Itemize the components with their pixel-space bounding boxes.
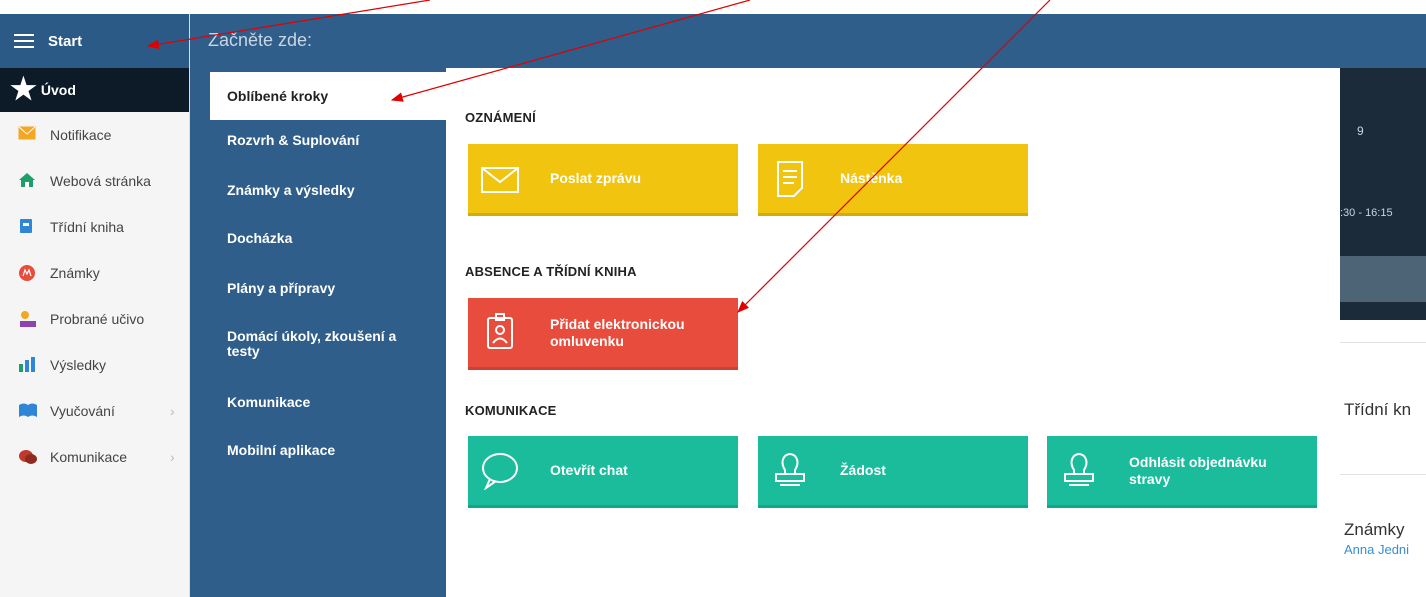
chevron-right-icon: › <box>170 449 175 465</box>
home-icon <box>18 172 38 190</box>
sidebar-item-6[interactable]: Výsledky <box>0 342 189 388</box>
sidebar-item-label: Úvod <box>40 82 76 98</box>
tile-label: Otevřít chat <box>550 462 628 478</box>
tile-label: Nástěnka <box>840 170 903 186</box>
action-tile[interactable]: Nástěnka <box>758 144 1028 216</box>
sidebar-item-2[interactable]: Webová stránka <box>0 158 189 204</box>
hamburger-icon <box>14 34 34 48</box>
sidebar-item-label: Webová stránka <box>50 173 151 189</box>
stamp-icon <box>1059 450 1099 493</box>
sidebar-item-1[interactable]: Notifikace <box>0 112 189 158</box>
envelope-icon <box>18 126 38 144</box>
schedule-number: 9 <box>1357 124 1364 138</box>
chevron-right-icon: › <box>170 403 175 419</box>
dashboard-strip <box>1340 256 1426 302</box>
dashboard-card-title[interactable]: Třídní kn <box>1344 400 1411 420</box>
action-tile[interactable]: Žádost <box>758 436 1028 508</box>
stamp-icon <box>770 450 810 493</box>
sidebar-item-label: Známky <box>50 265 100 281</box>
menu-item-5[interactable]: Domácí úkoly, zkoušení a testy <box>227 329 427 359</box>
sidebar-item-label: Vyučování <box>50 403 115 419</box>
section-title: KOMUNIKACE <box>465 403 557 418</box>
section-title: OZNÁMENÍ <box>465 110 536 125</box>
star-icon: ★ <box>10 73 37 106</box>
openbook-icon <box>18 402 38 420</box>
dashboard-card-title[interactable]: Známky <box>1344 520 1404 540</box>
envelope-icon <box>480 158 520 201</box>
menu-item-6[interactable]: Komunikace <box>227 395 427 410</box>
menu-item-7[interactable]: Mobilní aplikace <box>227 443 427 458</box>
sidebar-item-8[interactable]: Komunikace › <box>0 434 189 480</box>
tile-label: Přidat elektronickou omluvenku <box>550 315 685 349</box>
sidebar-item-4[interactable]: Známky <box>0 250 189 296</box>
barchart-icon <box>18 356 38 374</box>
schedule-time: :30 - 16:15 <box>1340 207 1393 219</box>
sidebar-item-label: Třídní kniha <box>50 219 124 235</box>
top-header <box>190 14 1426 68</box>
chat-icon <box>18 448 38 466</box>
sidebar: Start ★ Úvod Notifikace Webová stránka Tří… <box>0 14 190 597</box>
sidebar-item-5[interactable]: Probrané učivo <box>0 296 189 342</box>
divider <box>1340 342 1426 343</box>
tile-label: Poslat zprávu <box>550 170 642 186</box>
sidebar-item-label: Probrané učivo <box>50 311 145 327</box>
sidebar-item-label: Notifikace <box>50 127 112 143</box>
sidebar-item-uvod[interactable]: ★ Úvod <box>0 68 189 112</box>
action-tile[interactable]: Poslat zprávu <box>468 144 738 216</box>
sidebar-item-label: Výsledky <box>50 357 107 373</box>
tile-label: Odhlásit objednávku stravy <box>1129 453 1267 487</box>
sidebar-item-label: Komunikace <box>50 449 128 465</box>
action-tile[interactable]: Otevřít chat <box>468 436 738 508</box>
book-icon <box>18 218 38 236</box>
sidebar-item-3[interactable]: Třídní kniha <box>0 204 189 250</box>
header-title: Začněte zde: <box>208 30 313 50</box>
sidebar-item-7[interactable]: Vyučování › <box>0 388 189 434</box>
menu-item-3[interactable]: Docházka <box>227 231 427 246</box>
tile-label: Žádost <box>840 462 886 478</box>
divider <box>1340 474 1426 475</box>
teacher-icon <box>18 310 38 328</box>
menu-item-1[interactable]: Rozvrh & Suplování <box>227 133 427 148</box>
menu-item-oblibene-kroky[interactable]: Oblíbené kroky <box>210 72 446 120</box>
chat-bubble-icon <box>480 450 520 493</box>
badge-icon <box>480 312 520 355</box>
action-tile[interactable]: Přidat elektronickou omluvenku <box>468 298 738 370</box>
board-icon <box>770 158 810 201</box>
start-label: Start <box>48 32 83 50</box>
top-strip <box>0 0 1426 14</box>
grade-icon <box>18 264 38 282</box>
start-menu-button[interactable]: Start <box>0 14 189 68</box>
action-tile[interactable]: Odhlásit objednávku stravy <box>1047 436 1317 508</box>
menu-item-2[interactable]: Známky a výsledky <box>227 183 427 198</box>
menu-item-4[interactable]: Plány a přípravy <box>227 281 427 296</box>
section-title: ABSENCE A TŘÍDNÍ KNIHA <box>465 264 637 279</box>
dashboard-card-link[interactable]: Anna Jedni <box>1344 542 1409 557</box>
